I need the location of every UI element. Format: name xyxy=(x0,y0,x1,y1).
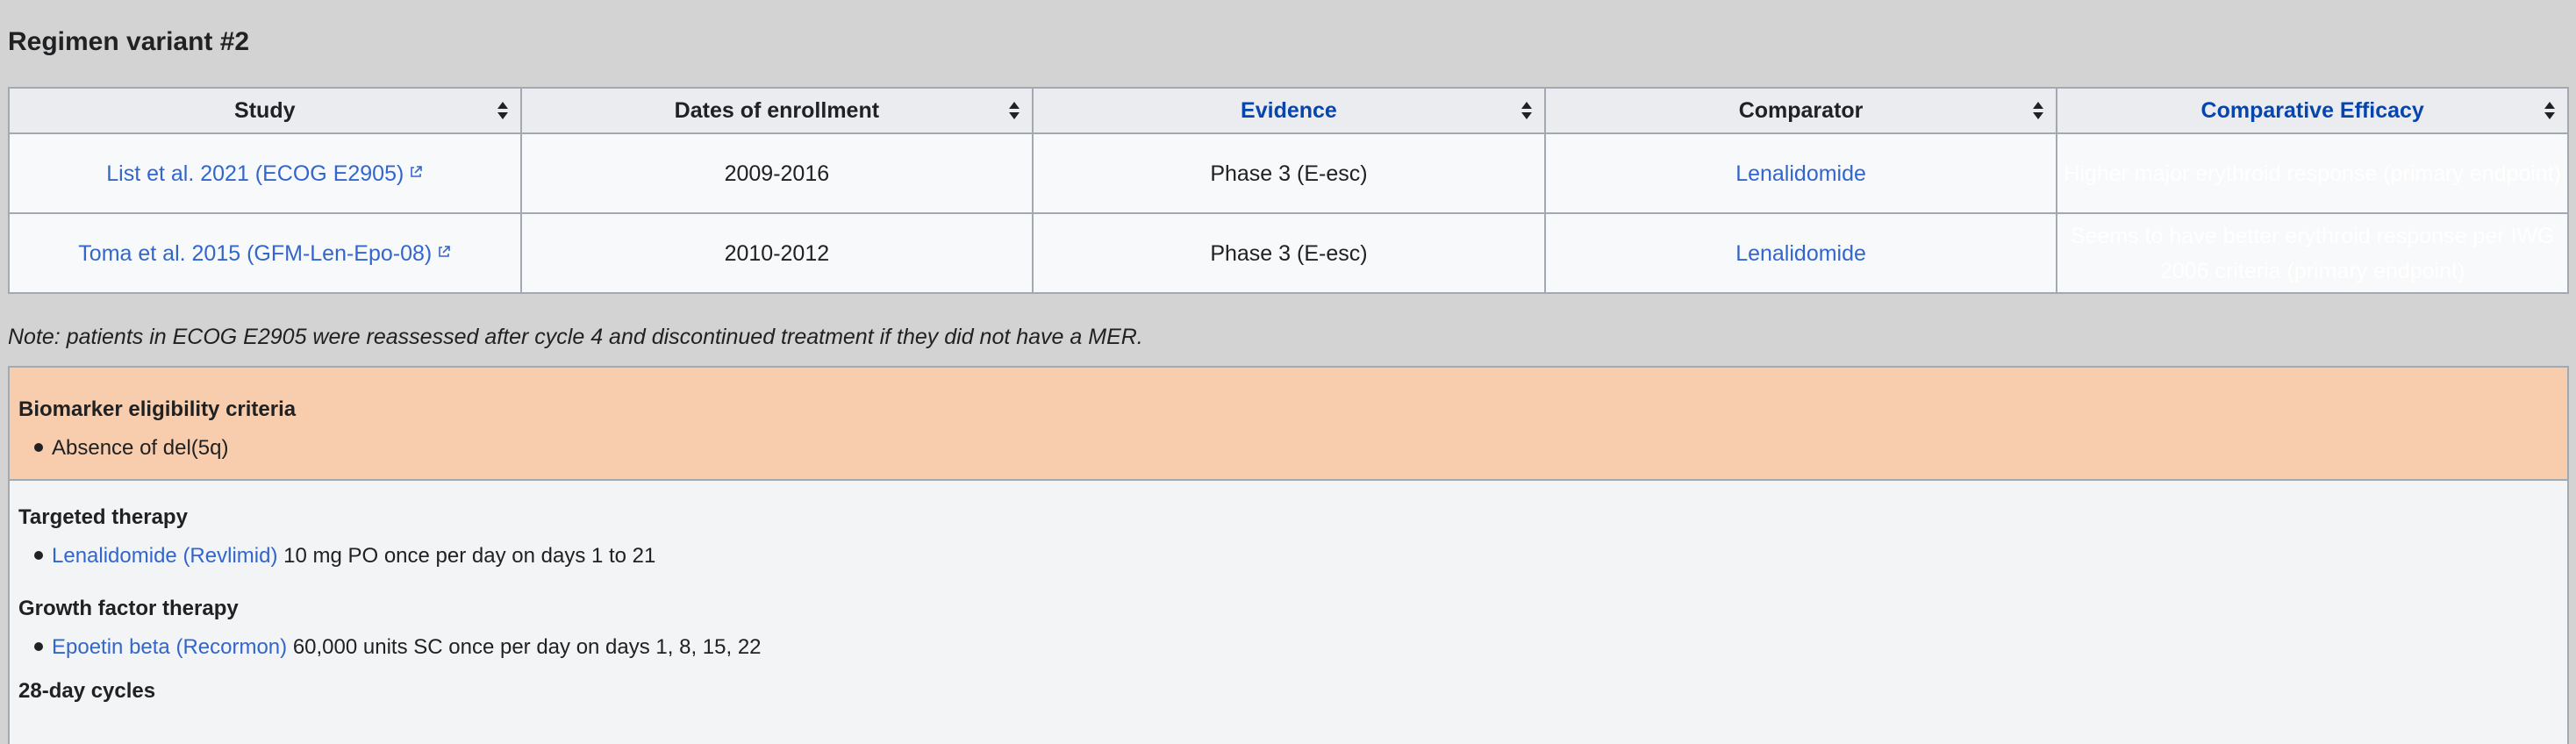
table-header-row: Study Dates of enrollment Evidence Compa… xyxy=(8,87,2569,134)
biomarker-item: Absence of del(5q) xyxy=(52,436,229,460)
sort-icon[interactable] xyxy=(2033,102,2044,119)
study-link[interactable]: List et al. 2021 (ECOG E2905) xyxy=(106,161,404,186)
list-item: Epoetin beta (Recormon) 60,000 units SC … xyxy=(34,630,762,665)
bullet-icon xyxy=(34,550,43,560)
external-link-icon xyxy=(439,246,451,257)
growth-dose: 60,000 units SC once per day on days 1, … xyxy=(292,635,762,659)
sort-icon[interactable] xyxy=(2544,102,2555,119)
evidence-header-link[interactable]: Evidence xyxy=(1241,98,1337,123)
dates-cell: 2010-2012 xyxy=(519,212,1034,294)
header-comparator[interactable]: Comparator xyxy=(1543,87,2058,134)
sort-icon[interactable] xyxy=(1009,102,1020,119)
targeted-dose: 10 mg PO once per day on days 1 to 21 xyxy=(283,544,656,568)
epoetin-link[interactable]: Epoetin beta (Recormon) xyxy=(52,635,287,659)
note-text: Note: patients in ECOG E2905 were reasse… xyxy=(8,325,1143,349)
external-link-icon xyxy=(411,166,423,177)
header-study[interactable]: Study xyxy=(8,87,522,134)
sort-icon[interactable] xyxy=(497,102,508,119)
study-cell: Toma et al. 2015 (GFM-Len-Epo-08) xyxy=(8,212,522,294)
biomarker-title: Biomarker eligibility criteria xyxy=(18,397,297,421)
study-cell: List et al. 2021 (ECOG E2905) xyxy=(8,132,522,214)
evidence-cell: Phase 3 (E-esc) xyxy=(1032,132,1546,214)
biomarker-box: Biomarker eligibility criteria Absence o… xyxy=(8,366,2569,481)
cycles-title: 28-day cycles xyxy=(18,679,156,703)
efficacy-cell: Higher major erythroid response (primary… xyxy=(2056,132,2569,214)
section-title: Regimen variant #2 xyxy=(8,27,250,56)
dates-cell: 2009-2016 xyxy=(519,132,1034,214)
table-row: Toma et al. 2015 (GFM-Len-Epo-08) 2010-2… xyxy=(8,212,2569,294)
sort-icon[interactable] xyxy=(1521,102,1532,119)
header-efficacy[interactable]: Comparative Efficacy xyxy=(2056,87,2569,134)
regimen-details-box: Targeted therapy Lenalidomide (Revlimid)… xyxy=(8,479,2569,744)
study-link[interactable]: Toma et al. 2015 (GFM-Len-Epo-08) xyxy=(78,241,432,266)
bullet-icon xyxy=(34,641,43,651)
table-row: List et al. 2021 (ECOG E2905) 2009-2016 … xyxy=(8,132,2569,214)
targeted-therapy-title: Targeted therapy xyxy=(18,505,188,529)
comparator-link[interactable]: Lenalidomide xyxy=(1735,241,1866,266)
growth-factor-title: Growth factor therapy xyxy=(18,597,239,620)
header-dates[interactable]: Dates of enrollment xyxy=(519,87,1034,134)
list-item: Absence of del(5q) xyxy=(34,431,228,466)
efficacy-header-link[interactable]: Comparative Efficacy xyxy=(2201,98,2424,123)
lenalidomide-link[interactable]: Lenalidomide (Revlimid) xyxy=(52,544,277,568)
studies-table: Study Dates of enrollment Evidence Compa… xyxy=(8,87,2569,294)
evidence-cell: Phase 3 (E-esc) xyxy=(1032,212,1546,294)
comparator-cell: Lenalidomide xyxy=(1543,132,2058,214)
list-item: Lenalidomide (Revlimid) 10 mg PO once pe… xyxy=(34,539,655,574)
comparator-cell: Lenalidomide xyxy=(1543,212,2058,294)
header-evidence[interactable]: Evidence xyxy=(1032,87,1546,134)
bullet-icon xyxy=(34,442,43,452)
efficacy-cell: Seems to have better erythroid response … xyxy=(2056,212,2569,294)
comparator-link[interactable]: Lenalidomide xyxy=(1735,161,1866,186)
